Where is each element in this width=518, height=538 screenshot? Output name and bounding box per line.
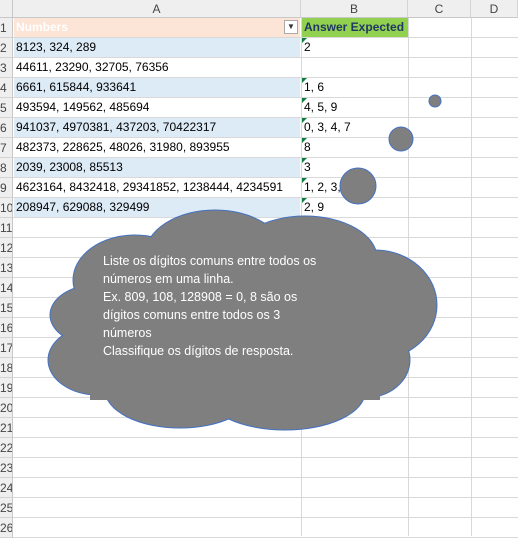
table-cell-answer[interactable]: 3	[302, 158, 408, 177]
row-header[interactable]: 11	[0, 218, 13, 238]
gridline	[13, 477, 518, 478]
row-header[interactable]: 20	[0, 398, 13, 418]
gridline	[13, 397, 518, 398]
error-indicator-icon	[302, 138, 307, 143]
error-indicator-icon	[302, 178, 307, 183]
gridline	[13, 517, 518, 518]
table-cell-numbers[interactable]: 8123, 324, 289	[14, 38, 300, 57]
table-cell-numbers[interactable]: 208947, 629088, 329499	[14, 198, 300, 217]
column-header-b[interactable]: B	[301, 0, 408, 18]
callout-line: Liste os dígitos comuns entre todos os	[103, 254, 317, 268]
row-header[interactable]: 2	[0, 38, 13, 58]
table-cell-numbers[interactable]: 2039, 23008, 85513	[14, 158, 300, 177]
callout-line: números	[103, 326, 152, 340]
error-indicator-icon	[302, 158, 307, 163]
row-header[interactable]: 15	[0, 298, 13, 318]
table-cell-numbers[interactable]: 4623164, 8432418, 29341852, 1238444, 423…	[14, 178, 300, 197]
error-indicator-icon	[302, 118, 307, 123]
error-indicator-icon	[302, 198, 307, 203]
error-indicator-icon	[302, 78, 307, 83]
row-header[interactable]: 6	[0, 118, 13, 138]
table-cell-numbers[interactable]: 6661, 615844, 933641	[14, 78, 300, 97]
row-header[interactable]: 8	[0, 158, 13, 178]
header-cell-numbers[interactable]: Numbers	[14, 18, 300, 37]
gridline	[13, 377, 518, 378]
table-cell-answer[interactable]: 1, 6	[302, 78, 408, 97]
header-cell-answer-expected[interactable]: Answer Expected	[302, 18, 408, 37]
table-cell-answer[interactable]: 4, 5, 9	[302, 98, 408, 117]
row-header[interactable]: 22	[0, 438, 13, 458]
row-header[interactable]: 21	[0, 418, 13, 438]
gridline	[13, 437, 518, 438]
row-header[interactable]: 3	[0, 58, 13, 78]
gridline	[13, 457, 518, 458]
row-header[interactable]: 24	[0, 478, 13, 498]
row-header[interactable]: 1	[0, 18, 13, 38]
callout-line: dígitos comuns entre todos os 3	[103, 308, 281, 322]
column-header-a[interactable]: A	[13, 0, 301, 18]
row-header[interactable]: 18	[0, 358, 13, 378]
column-header-d[interactable]: D	[471, 0, 518, 18]
row-header[interactable]: 7	[0, 138, 13, 158]
row-header[interactable]: 16	[0, 318, 13, 338]
row-header[interactable]: 4	[0, 78, 13, 98]
row-header[interactable]: 9	[0, 178, 13, 198]
gridline	[13, 237, 518, 238]
row-header[interactable]: 23	[0, 458, 13, 478]
gridline	[13, 217, 518, 218]
callout-line: números em uma linha.	[103, 272, 234, 286]
table-cell-numbers[interactable]: 44611, 23290, 32705, 76356	[14, 58, 300, 77]
table-cell-answer[interactable]: 2, 9	[302, 198, 408, 217]
row-header[interactable]: 26	[0, 518, 13, 538]
table-cell-answer[interactable]: 1, 2, 3, 4	[302, 178, 408, 197]
row-header[interactable]: 10	[0, 198, 13, 218]
table-cell-answer[interactable]	[302, 58, 408, 77]
callout-line: Classifique os dígitos de resposta.	[103, 344, 294, 358]
column-header-c[interactable]: C	[408, 0, 471, 18]
row-header[interactable]: 13	[0, 258, 13, 278]
row-header[interactable]: 17	[0, 338, 13, 358]
gridline	[13, 497, 518, 498]
filter-dropdown-button[interactable]: ▼	[284, 20, 298, 34]
table-cell-numbers[interactable]: 493594, 149562, 485694	[14, 98, 300, 117]
row-header[interactable]: 19	[0, 378, 13, 398]
table-cell-answer[interactable]: 0, 3, 4, 7	[302, 118, 408, 137]
select-all-corner[interactable]	[0, 0, 13, 18]
table-cell-answer[interactable]: 8	[302, 138, 408, 157]
row-header[interactable]: 25	[0, 498, 13, 518]
error-indicator-icon	[302, 98, 307, 103]
row-header[interactable]: 14	[0, 278, 13, 298]
table-cell-numbers[interactable]: 482373, 228625, 48026, 31980, 893955	[14, 138, 300, 157]
gridline	[13, 417, 518, 418]
table-cell-numbers[interactable]: 941037, 4970381, 437203, 70422317	[14, 118, 300, 137]
error-indicator-icon	[302, 38, 307, 43]
callout-text: Liste os dígitos comuns entre todos os n…	[103, 252, 353, 360]
row-header[interactable]: 5	[0, 98, 13, 118]
callout-line: Ex. 809, 108, 128908 = 0, 8 são os	[103, 290, 298, 304]
table-cell-answer[interactable]: 2	[302, 38, 408, 57]
row-header[interactable]: 12	[0, 238, 13, 258]
